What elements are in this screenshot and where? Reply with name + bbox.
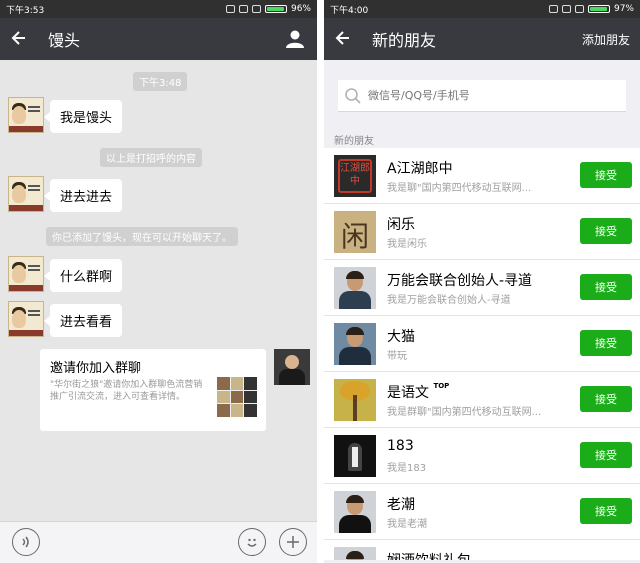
system-message: 你已添加了馒头，现在可以开始聊天了。 (46, 227, 238, 246)
search-section (324, 60, 640, 118)
friend-name: A江湖郎中 (387, 161, 453, 177)
group-avatar-grid (217, 377, 257, 417)
friend-name: 老潮 (387, 497, 415, 513)
friend-request-row[interactable]: 娴酒饮料礼包 (324, 540, 640, 560)
status-time: 下午3:53 (6, 5, 45, 16)
self-avatar[interactable] (274, 349, 310, 385)
message-list: 下午3:48 我是馒头 以上是打招呼的内容 进去进去 你已添加了馒头，现在可以开… (0, 60, 317, 521)
friend-request-row[interactable]: 闲 闲乐 我是闲乐 接受 (324, 204, 640, 260)
message-bubble[interactable]: 进去看看 (43, 304, 123, 337)
friend-avatar (334, 491, 376, 533)
battery-fill (266, 7, 285, 11)
friend-request-row[interactable]: 老潮 我是老潮 接受 (324, 484, 640, 540)
screenshot-root: 下午3:53 96% 馒头 下午3:48 我是馒头 以上是打招呼的内容 进去进去… (0, 0, 640, 563)
friend-avatar (334, 547, 376, 560)
friend-message: 我是老潮 (387, 519, 427, 530)
friend-name: 娴酒饮料礼包 (387, 550, 471, 560)
contact-avatar[interactable] (8, 176, 44, 212)
message-bubble[interactable]: 什么群啊 (43, 259, 123, 292)
battery-percent: 97% (613, 4, 634, 14)
accept-button[interactable]: 接受 (580, 162, 632, 188)
friend-message: 我是闲乐 (387, 239, 427, 250)
alarm-icon (225, 5, 235, 13)
group-invite-card[interactable]: 邀请你加入群聊 "华尔街之狼"邀请你加入群聊色流营销推广引流交流，进入可查看详情… (40, 349, 266, 431)
friend-avatar (334, 323, 376, 365)
search-input[interactable] (368, 89, 588, 102)
friend-avatar (334, 267, 376, 309)
friend-request-row[interactable]: 是语文 TOP 我是群聊"国内第四代移动互联网... 接受 (324, 372, 640, 428)
accept-button[interactable]: 接受 (580, 386, 632, 412)
friend-message: 我是群聊"国内第四代移动互联网... (387, 407, 542, 418)
friend-request-list: 江湖郎中 A江湖郎中 我是聊"国内第四代移动互联网... 接受 闲 闲乐 我是闲… (324, 148, 640, 560)
invite-title: 邀请你加入群聊 (50, 361, 142, 376)
friend-avatar (334, 435, 376, 477)
invite-description: "华尔街之狼"邀请你加入群聊色流营销推广引流交流，进入可查看详情。 (50, 380, 203, 402)
chat-title: 馒头 (48, 31, 81, 50)
new-friends-screen: 下午4:00 97% 新的朋友 添加朋友 新的朋友 (324, 0, 640, 563)
friend-message: 带玩 (387, 351, 407, 362)
voice-icon[interactable] (12, 528, 40, 556)
status-bar: 下午4:00 97% (324, 0, 640, 18)
friend-name: 闲乐 (387, 217, 415, 233)
accept-button[interactable]: 接受 (580, 498, 632, 524)
accept-button[interactable]: 接受 (580, 218, 632, 244)
friend-request-row[interactable]: 万能会联合创始人-寻道 我是万能会联合创始人-寻道 接受 (324, 260, 640, 316)
friend-avatar: 闲 (334, 211, 376, 253)
chat-title-bar: 馒头 (0, 18, 317, 60)
status-bar: 下午3:53 96% (0, 0, 317, 18)
sim-icon (251, 5, 261, 13)
friend-request-row[interactable]: 江湖郎中 A江湖郎中 我是聊"国内第四代移动互联网... 接受 (324, 148, 640, 204)
contact-profile-icon[interactable] (283, 27, 307, 51)
battery-icon (587, 5, 610, 13)
sim-icon (574, 5, 584, 13)
emoji-icon[interactable] (238, 528, 266, 556)
status-icons: 96% (225, 4, 311, 14)
message-bubble[interactable]: 我是馒头 (43, 100, 123, 133)
friend-request-row[interactable]: 大猫 带玩 接受 (324, 316, 640, 372)
chat-input-bar (0, 521, 317, 563)
accept-button[interactable]: 接受 (580, 330, 632, 356)
friend-name: 183 (387, 438, 414, 454)
more-plus-icon[interactable] (279, 528, 307, 556)
status-time: 下午4:00 (330, 5, 369, 16)
friend-avatar (334, 379, 376, 421)
search-box[interactable] (338, 80, 626, 112)
accept-button[interactable]: 接受 (580, 442, 632, 468)
wifi-icon (238, 5, 248, 13)
accept-button[interactable]: 接受 (580, 274, 632, 300)
friend-message: 我是183 (387, 463, 427, 474)
friend-name: 大猫 (387, 329, 415, 345)
status-icons: 97% (548, 4, 634, 14)
battery-percent: 96% (290, 4, 311, 14)
battery-fill (589, 7, 608, 11)
friend-name: 是语文 TOP (387, 382, 450, 401)
contact-avatar[interactable] (8, 97, 44, 133)
message-bubble[interactable]: 进去进去 (43, 179, 123, 212)
back-arrow-icon[interactable] (334, 27, 360, 51)
top-badge: TOP (433, 382, 450, 390)
contact-avatar[interactable] (8, 301, 44, 337)
friend-message: 我是万能会联合创始人-寻道 (387, 295, 511, 306)
friend-name: 万能会联合创始人-寻道 (387, 273, 533, 289)
alarm-icon (548, 5, 558, 13)
chat-screen: 下午3:53 96% 馒头 下午3:48 我是馒头 以上是打招呼的内容 进去进去… (0, 0, 317, 563)
message-timestamp: 下午3:48 (133, 72, 188, 91)
add-friend-button[interactable]: 添加朋友 (582, 31, 630, 48)
page-title: 新的朋友 (372, 31, 437, 50)
wifi-icon (561, 5, 571, 13)
new-friends-title-bar: 新的朋友 添加朋友 (324, 18, 640, 60)
search-icon (344, 87, 362, 105)
friend-avatar: 江湖郎中 (334, 155, 376, 197)
contact-avatar[interactable] (8, 256, 44, 292)
section-label: 新的朋友 (334, 136, 374, 147)
back-arrow-icon[interactable] (10, 27, 36, 51)
battery-icon (264, 5, 287, 13)
friend-request-row[interactable]: 183 我是183 接受 (324, 428, 640, 484)
friend-message: 我是聊"国内第四代移动互联网... (387, 183, 532, 194)
divider (317, 0, 324, 563)
system-message: 以上是打招呼的内容 (100, 148, 202, 167)
